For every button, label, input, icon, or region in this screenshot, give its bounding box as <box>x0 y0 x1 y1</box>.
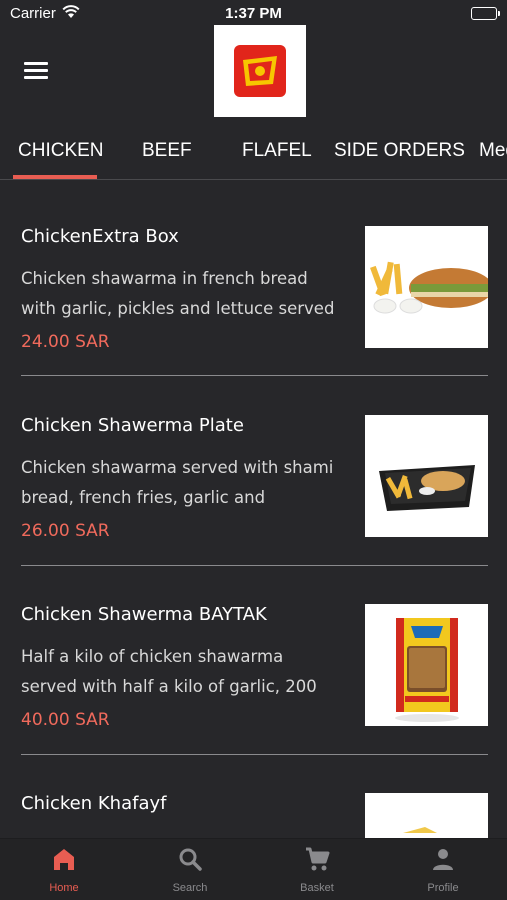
category-tabs: CHICKEN BEEF FLAFEL SIDE ORDERS Med <box>0 128 507 180</box>
search-icon <box>179 848 202 871</box>
clock: 1:37 PM <box>225 5 282 22</box>
tab-med[interactable]: Med <box>479 140 507 162</box>
battery-icon <box>471 7 500 20</box>
divider <box>21 375 488 376</box>
menu-item-chicken-shawerma-baytak[interactable]: Chicken Shawerma BAYTAK Half a kilo of c… <box>21 604 488 754</box>
menu-item-chickenextra-box[interactable]: ChickenExtra Box Chicken shawarma in fre… <box>21 226 488 376</box>
item-price: 26.00 SAR <box>21 521 110 541</box>
item-name: Chicken Shawerma BAYTAK <box>21 604 267 625</box>
restaurant-logo <box>214 25 306 117</box>
tab-beef[interactable]: BEEF <box>142 140 192 162</box>
tab-flafel[interactable]: FLAFEL <box>242 140 312 162</box>
shawarma-pack-bag-image <box>365 604 488 726</box>
home-icon <box>54 849 74 870</box>
item-description: Chicken shawarma in french bread with ga… <box>21 269 335 318</box>
nav-profile-label: Profile <box>427 882 459 894</box>
item-name: ChickenExtra Box <box>21 226 179 247</box>
nav-basket-label: Basket <box>300 882 334 894</box>
menu-item-chicken-shawerma-plate[interactable]: Chicken Shawerma Plate Chicken shawarma … <box>21 415 488 565</box>
cart-icon <box>306 847 330 871</box>
tab-chicken[interactable]: CHICKEN <box>18 140 104 162</box>
item-price: 40.00 SAR <box>21 710 110 730</box>
nav-basket[interactable]: Basket <box>277 845 357 894</box>
nav-profile[interactable]: Profile <box>403 845 483 894</box>
tab-side-orders[interactable]: SIDE ORDERS <box>334 140 465 162</box>
khafayf-image <box>365 793 488 838</box>
divider <box>21 565 488 566</box>
item-price: 24.00 SAR <box>21 332 110 352</box>
active-tab-indicator <box>13 175 97 179</box>
logo-icon <box>234 45 286 97</box>
person-icon <box>433 849 453 870</box>
status-bar: Carrier 1:37 PM <box>0 0 507 28</box>
shawarma-plate-image <box>365 415 488 537</box>
nav-search-label: Search <box>172 882 208 894</box>
item-description: Chicken shawarma served with shami bread… <box>21 458 334 507</box>
bottom-tab-bar: Home Search Basket Profile <box>0 838 507 900</box>
nav-home-label: Home <box>49 882 79 894</box>
nav-home[interactable]: Home <box>24 845 104 894</box>
item-name: Chicken Khafayf <box>21 793 167 814</box>
item-name: Chicken Shawerma Plate <box>21 415 244 436</box>
divider <box>21 754 488 755</box>
item-description: Half a kilo of chicken shawarma served w… <box>21 647 317 696</box>
nav-search[interactable]: Search <box>150 845 230 894</box>
hamburger-menu-button[interactable] <box>24 62 48 80</box>
shawarma-sandwich-with-fries-image <box>365 226 488 348</box>
